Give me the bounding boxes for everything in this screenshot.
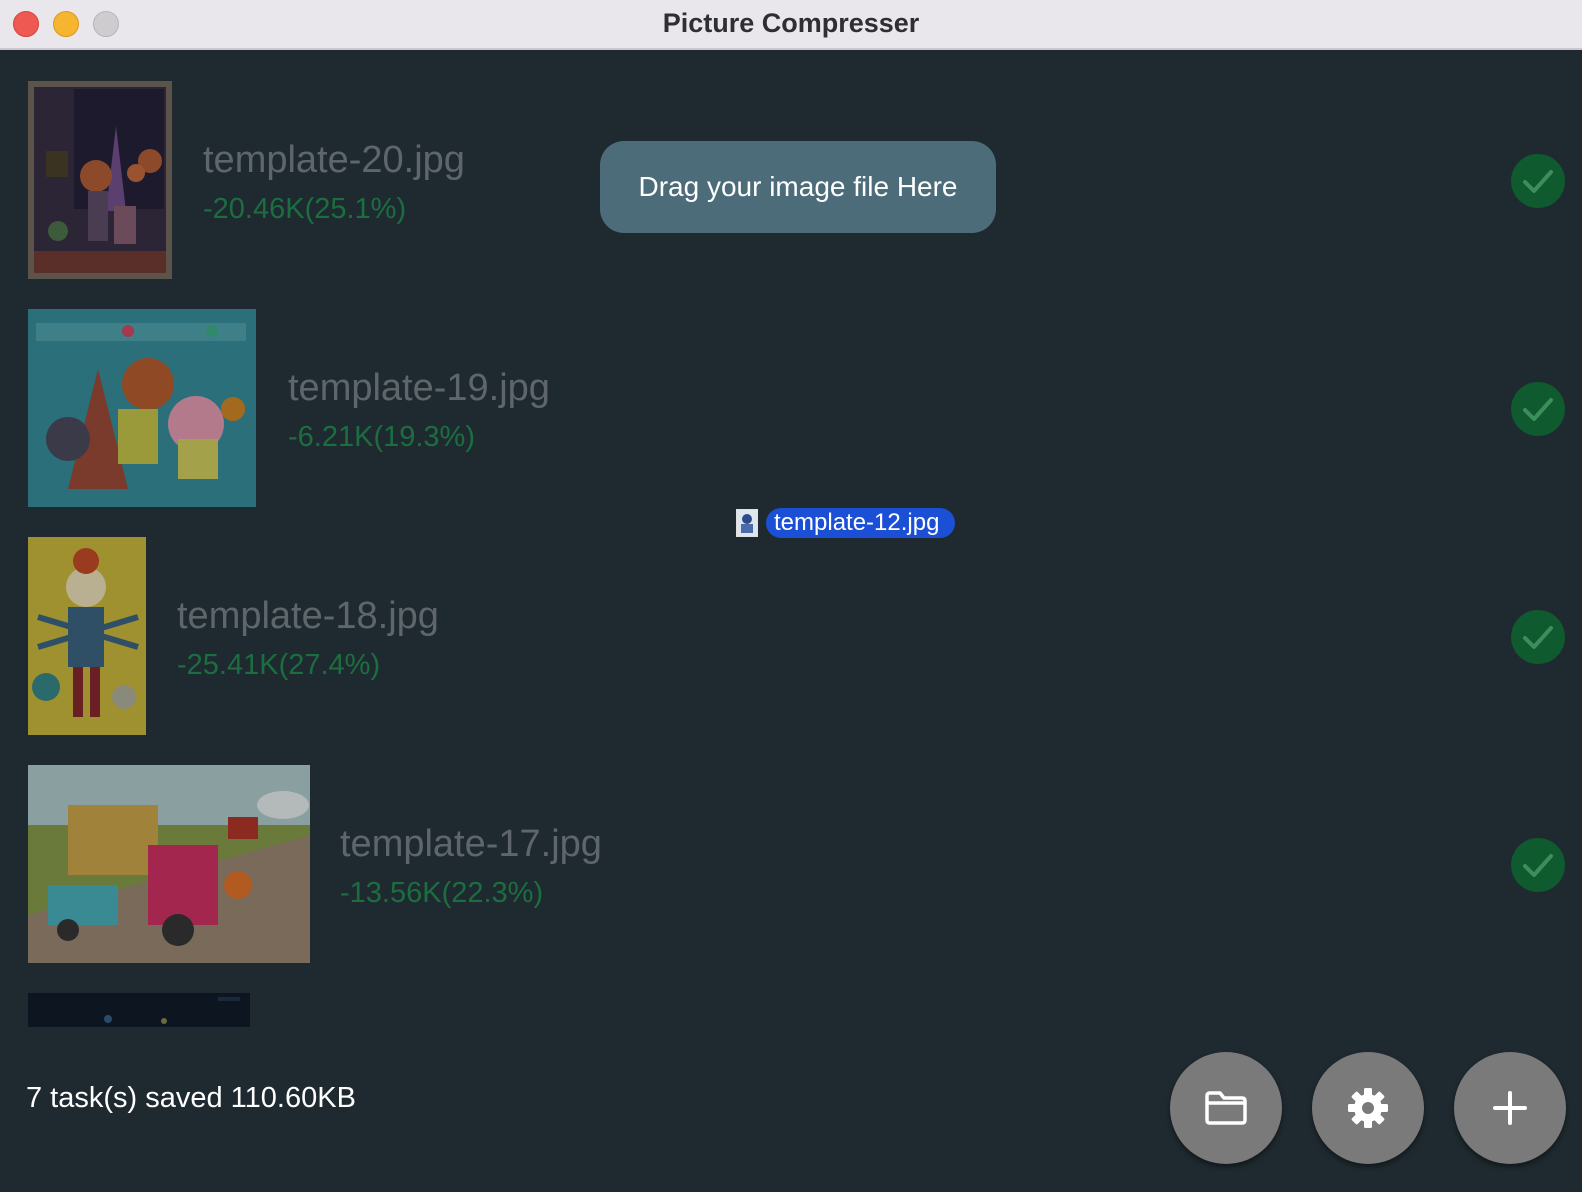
- plus-icon: [1493, 1091, 1527, 1125]
- success-check-icon: [1511, 838, 1565, 892]
- file-row: template-17.jpg -13.56K(22.3%): [0, 765, 1582, 965]
- thumbnail-image: [28, 537, 146, 735]
- success-check-icon: [1511, 154, 1565, 208]
- file-name: template-19.jpg: [288, 367, 550, 409]
- file-name: template-18.jpg: [177, 595, 439, 637]
- thumbnail-image: [28, 309, 256, 507]
- success-check-icon: [1511, 382, 1565, 436]
- file-name: template-20.jpg: [203, 139, 465, 181]
- image-file-icon: [736, 509, 758, 537]
- main-content: template-20.jpg -20.46K(25.1%) template-…: [0, 52, 1582, 1192]
- settings-button[interactable]: [1312, 1052, 1424, 1164]
- folder-icon: [1205, 1091, 1247, 1125]
- drag-ghost: template-12.jpg: [736, 508, 956, 538]
- drop-zone[interactable]: Drag your image file Here: [600, 141, 996, 233]
- file-row: template-19.jpg -6.21K(19.3%): [0, 309, 1582, 509]
- file-row: [0, 993, 1582, 1027]
- thumbnail-image: [28, 765, 310, 963]
- file-row: template-18.jpg -25.41K(27.4%): [0, 537, 1582, 737]
- open-folder-button[interactable]: [1170, 1052, 1282, 1164]
- gear-icon: [1348, 1088, 1388, 1128]
- thumbnail-image: [28, 81, 172, 279]
- status-summary: 7 task(s) saved 110.60KB: [26, 1082, 356, 1114]
- file-saved-size: -25.41K(27.4%): [177, 649, 381, 681]
- success-check-icon: [1511, 610, 1565, 664]
- drag-ghost-label: template-12.jpg: [766, 508, 956, 538]
- window-title: Picture Compresser: [662, 8, 920, 38]
- thumbnail-image: [28, 993, 250, 1027]
- file-saved-size: -6.21K(19.3%): [288, 421, 475, 453]
- file-saved-size: -13.56K(22.3%): [340, 877, 544, 909]
- file-name: template-17.jpg: [340, 823, 602, 865]
- file-saved-size: -20.46K(25.1%): [203, 193, 407, 225]
- add-button[interactable]: [1454, 1052, 1566, 1164]
- title-bar: Picture Compresser: [0, 0, 1582, 50]
